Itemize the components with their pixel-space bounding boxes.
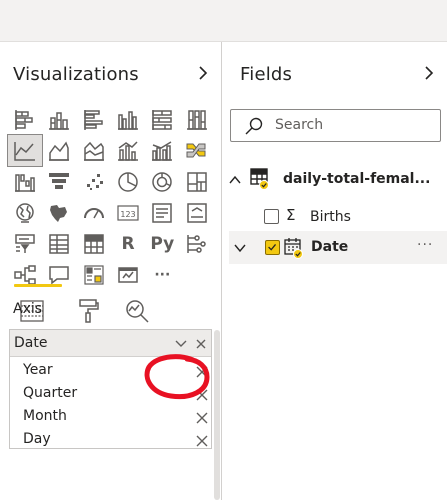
calendar-hierarchy-icon: [283, 236, 305, 260]
hierarchy-item-label: Month: [23, 408, 67, 424]
visual-gallery: 123 R Py ···: [6, 104, 214, 290]
multi-row-card-icon[interactable]: [145, 197, 179, 228]
search-input[interactable]: Search: [275, 117, 323, 133]
hierarchy-item-quarter[interactable]: Quarter: [23, 383, 211, 405]
matrix-icon[interactable]: [77, 228, 111, 259]
hierarchy-item-day[interactable]: Day: [23, 429, 211, 451]
key-influencers-icon[interactable]: [179, 228, 213, 259]
r-visual-label: R: [121, 233, 135, 254]
visualizations-scrollbar[interactable]: [214, 330, 220, 500]
chevron-up-icon[interactable]: [228, 172, 242, 186]
remove-year-close-icon[interactable]: [195, 364, 209, 378]
remove-quarter-close-icon[interactable]: [195, 387, 209, 401]
line-chart-icon[interactable]: [6, 134, 44, 167]
table-icon: [249, 167, 271, 191]
visualizations-pane: Visualizations 123 R Py ··· Axis Date Ye…: [0, 42, 222, 500]
pie-chart-icon[interactable]: [111, 166, 145, 197]
line-and-column-chart-icon[interactable]: [111, 135, 145, 166]
python-visual-icon[interactable]: Py: [145, 228, 179, 259]
filled-map-icon[interactable]: [42, 197, 76, 228]
axis-field-date-label: Date: [14, 335, 48, 351]
map-icon[interactable]: [8, 197, 42, 228]
card-icon[interactable]: 123: [111, 197, 145, 228]
remove-axis-field-close-icon[interactable]: [195, 336, 207, 352]
python-visual-label: Py: [150, 233, 175, 254]
fields-pane: Fields Search daily-total-femal... Σ Bir…: [223, 42, 447, 500]
card-icon-text: 123: [120, 210, 135, 219]
hierarchy-item-label: Day: [23, 431, 51, 447]
clustered-column-chart-icon[interactable]: [111, 104, 145, 135]
format-paint-roller-icon[interactable]: [70, 294, 106, 328]
axis-field-date[interactable]: Date: [10, 330, 211, 357]
date-checkbox[interactable]: [265, 240, 280, 255]
collapse-visualizations-chevron-icon[interactable]: [196, 64, 210, 82]
clustered-bar-chart-icon[interactable]: [77, 104, 111, 135]
smart-narrative-icon[interactable]: [77, 259, 111, 290]
r-visual-icon[interactable]: R: [111, 228, 145, 259]
field-item-date[interactable]: Date ···: [229, 231, 447, 264]
gauge-icon[interactable]: [77, 197, 111, 228]
active-tab-indicator: [14, 284, 62, 287]
kpi-icon[interactable]: [179, 197, 213, 228]
waterfall-chart-icon[interactable]: [8, 166, 42, 197]
remove-day-close-icon[interactable]: [195, 433, 209, 447]
scatter-chart-icon[interactable]: [77, 166, 111, 197]
table-visual-icon[interactable]: [42, 228, 76, 259]
field-item-label: Date: [311, 239, 349, 255]
remove-month-close-icon[interactable]: [195, 410, 209, 424]
more-options-icon[interactable]: ···: [417, 237, 433, 253]
fields-search-box[interactable]: Search: [230, 109, 441, 142]
hierarchy-item-month[interactable]: Month: [23, 406, 211, 428]
sigma-icon: Σ: [286, 206, 296, 224]
search-icon: [244, 116, 264, 136]
chevron-down-icon[interactable]: [233, 240, 247, 254]
ribbon-chart-icon[interactable]: [179, 135, 213, 166]
hierarchy-item-year[interactable]: Year: [23, 360, 211, 382]
pane-header-strip: [0, 0, 447, 42]
fields-title: Fields: [240, 64, 293, 85]
100-stacked-column-chart-icon[interactable]: [179, 104, 213, 135]
area-chart-icon[interactable]: [42, 135, 76, 166]
births-checkbox[interactable]: [264, 209, 279, 224]
chevron-down-icon[interactable]: [173, 336, 189, 352]
paginated-report-icon[interactable]: [111, 259, 145, 290]
funnel-chart-icon[interactable]: [42, 166, 76, 197]
more-visuals-icon[interactable]: ···: [145, 259, 179, 290]
treemap-icon[interactable]: [179, 166, 213, 197]
analytics-magnifier-icon[interactable]: [119, 294, 155, 328]
hierarchy-item-label: Year: [23, 362, 53, 378]
field-item-label: Births: [310, 209, 351, 225]
empty-gallery-slot: [179, 259, 213, 290]
slicer-icon[interactable]: [8, 228, 42, 259]
stacked-area-chart-icon[interactable]: [77, 135, 111, 166]
stacked-bar-chart-icon[interactable]: [8, 104, 42, 135]
field-item-births[interactable]: Σ Births: [223, 205, 447, 229]
line-and-clustered-column-chart-icon[interactable]: [145, 135, 179, 166]
stacked-column-chart-icon[interactable]: [42, 104, 76, 135]
collapse-fields-chevron-icon[interactable]: [422, 64, 436, 82]
axis-well-label: Axis: [13, 301, 43, 317]
100-stacked-bar-chart-icon[interactable]: [145, 104, 179, 135]
table-name: daily-total-femal...: [283, 171, 431, 187]
axis-field-well[interactable]: Date Year Quarter Month Day: [9, 329, 212, 449]
more-visuals-label: ···: [154, 266, 171, 283]
donut-chart-icon[interactable]: [145, 166, 179, 197]
visualizations-title: Visualizations: [13, 64, 139, 85]
hierarchy-item-label: Quarter: [23, 385, 78, 401]
table-node[interactable]: daily-total-femal...: [223, 160, 447, 198]
